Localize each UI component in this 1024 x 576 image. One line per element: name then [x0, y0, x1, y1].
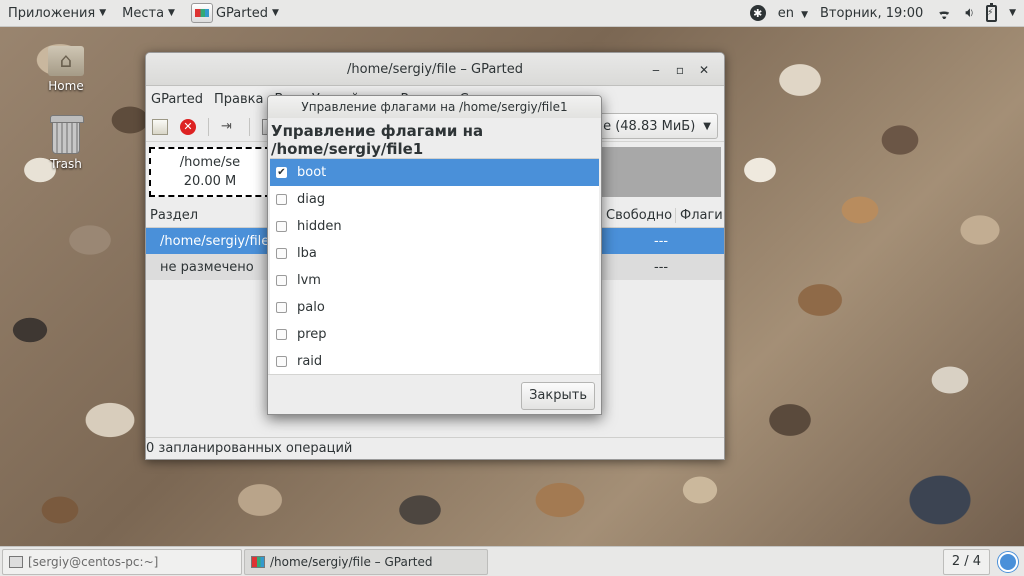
- manage-flags-dialog: Управление флагами на /home/sergiy/file1…: [267, 95, 602, 415]
- chevron-down-icon: ▼: [703, 120, 711, 132]
- workspace-label: 2 / 4: [951, 554, 981, 569]
- flags-list: ✔ boot diag hidden lba lvm palo prep rai…: [270, 158, 599, 374]
- flag-item-lba[interactable]: lba: [270, 240, 599, 267]
- checkbox[interactable]: [276, 194, 287, 205]
- resize-icon[interactable]: ⇥: [221, 119, 237, 135]
- flag-item-prep[interactable]: prep: [270, 321, 599, 348]
- keyboard-layout-indicator[interactable]: en ▼: [778, 6, 808, 21]
- checkbox[interactable]: [276, 356, 287, 367]
- checkbox[interactable]: [276, 329, 287, 340]
- close-icon[interactable]: ✕: [692, 63, 716, 77]
- taskbar-item-terminal[interactable]: [sergiy@centos-pc:~]: [2, 548, 242, 575]
- checkbox[interactable]: [276, 248, 287, 259]
- disk-partition-size: 20.00 M: [183, 174, 237, 189]
- flag-label: prep: [297, 327, 327, 342]
- delete-icon[interactable]: ✕: [180, 118, 196, 135]
- checkbox[interactable]: ✔: [276, 167, 287, 178]
- terminal-icon: [9, 555, 23, 568]
- trash-icon: [50, 115, 84, 154]
- desktop-icon-label: Trash: [50, 157, 82, 171]
- chevron-down-icon[interactable]: ▼: [1009, 8, 1016, 18]
- chevron-down-icon: ▼: [801, 9, 809, 20]
- flag-item-palo[interactable]: palo: [270, 294, 599, 321]
- app-menu[interactable]: GParted ▼: [183, 0, 287, 27]
- home-folder-icon: [48, 46, 84, 76]
- device-selector-label: le (48.83 МиБ): [599, 118, 696, 134]
- volume-icon[interactable]: 🔉︎: [965, 5, 974, 21]
- wifi-icon[interactable]: [935, 6, 953, 20]
- checkbox[interactable]: [276, 302, 287, 313]
- disk-partition-block[interactable]: /home/se 20.00 M: [149, 147, 271, 197]
- flag-label: diag: [297, 192, 326, 207]
- flag-label: lvm: [297, 273, 321, 288]
- taskbar-item-label: /home/sergiy/file – GParted: [270, 554, 433, 569]
- system-tray: ✱ en ▼ Вторник, 19:00 🔉︎ ▼: [738, 0, 1024, 27]
- clock-label: Вторник, 19:00: [820, 5, 924, 21]
- window-title: /home/sergiy/file – GParted: [347, 61, 523, 77]
- dialog-heading: Управление флагами на /home/sergiy/file1: [271, 122, 484, 158]
- notification-icon[interactable]: [998, 551, 1018, 572]
- status-bar: 0 запланированных операций: [146, 437, 724, 459]
- flag-label: boot: [297, 165, 327, 180]
- chevron-down-icon: ▼: [168, 8, 175, 18]
- applications-menu-label: Приложения: [8, 5, 96, 21]
- dialog-titlebar[interactable]: Управление флагами на /home/sergiy/file1: [268, 96, 601, 118]
- menu-gparted[interactable]: GParted: [151, 92, 203, 107]
- battery-icon[interactable]: [986, 2, 998, 22]
- menu-edit[interactable]: Правка: [214, 92, 263, 107]
- checkbox[interactable]: [276, 221, 287, 232]
- taskbar-item-label: [sergiy@centos-pc:~]: [28, 554, 159, 569]
- gparted-icon: [251, 555, 265, 568]
- flag-item-hidden[interactable]: hidden: [270, 213, 599, 240]
- clock[interactable]: Вторник, 19:00: [820, 6, 923, 21]
- flag-label: hidden: [297, 219, 342, 234]
- maximize-icon[interactable]: ▫: [668, 63, 692, 77]
- app-menu-label: GParted: [215, 5, 268, 21]
- checkbox[interactable]: [276, 275, 287, 286]
- minimize-icon[interactable]: ‒: [644, 63, 668, 77]
- accessibility-icon[interactable]: ✱: [749, 5, 766, 21]
- top-bar: Приложения ▼ Места ▼ GParted ▼ ✱ en ▼ Вт…: [0, 0, 1024, 27]
- places-menu[interactable]: Места ▼: [114, 0, 183, 27]
- window-controls: ‒ ▫ ✕: [644, 53, 716, 86]
- column-flags[interactable]: Флаги: [675, 207, 724, 223]
- chevron-down-icon: ▼: [99, 8, 107, 18]
- desktop-icon-label: Home: [48, 79, 84, 93]
- flag-label: palo: [297, 300, 325, 315]
- flag-item-raid[interactable]: raid: [270, 348, 599, 375]
- toolbar-separator: [249, 117, 250, 136]
- window-titlebar[interactable]: /home/sergiy/file – GParted ‒ ▫ ✕: [146, 53, 724, 86]
- keyboard-layout-label: en: [777, 5, 794, 21]
- dialog-title: Управление флагами на /home/sergiy/file1: [301, 100, 568, 114]
- taskbar-item-gparted[interactable]: /home/sergiy/file – GParted: [244, 548, 488, 575]
- flag-item-boot[interactable]: ✔ boot: [270, 159, 599, 186]
- column-free[interactable]: Свободно: [601, 207, 675, 223]
- flag-item-lvm[interactable]: lvm: [270, 267, 599, 294]
- gparted-app-icon: [190, 3, 213, 23]
- desktop-icon-trash[interactable]: Trash: [31, 115, 101, 171]
- partition-flags: ---: [654, 259, 669, 275]
- workspace-indicator[interactable]: 2 / 4: [942, 548, 990, 575]
- status-text: 0 запланированных операций: [146, 441, 353, 456]
- disk-partition-name: /home/se: [179, 155, 241, 170]
- flag-label: raid: [297, 354, 323, 369]
- flag-label: lba: [297, 246, 317, 261]
- desktop-icon-home[interactable]: Home: [31, 46, 101, 93]
- dialog-footer: Закрыть: [268, 374, 601, 414]
- toolbar-separator: [208, 117, 209, 136]
- flag-item-diag[interactable]: diag: [270, 186, 599, 213]
- partition-flags: ---: [654, 233, 669, 249]
- device-selector[interactable]: le (48.83 МиБ) ▼: [590, 113, 718, 139]
- applications-menu[interactable]: Приложения ▼: [0, 0, 114, 27]
- places-menu-label: Места: [122, 5, 165, 21]
- bottom-taskbar: [sergiy@centos-pc:~] /home/sergiy/file –…: [0, 546, 1024, 576]
- new-partition-icon[interactable]: [152, 118, 168, 135]
- chevron-down-icon: ▼: [271, 8, 279, 18]
- close-button[interactable]: Закрыть: [521, 381, 595, 410]
